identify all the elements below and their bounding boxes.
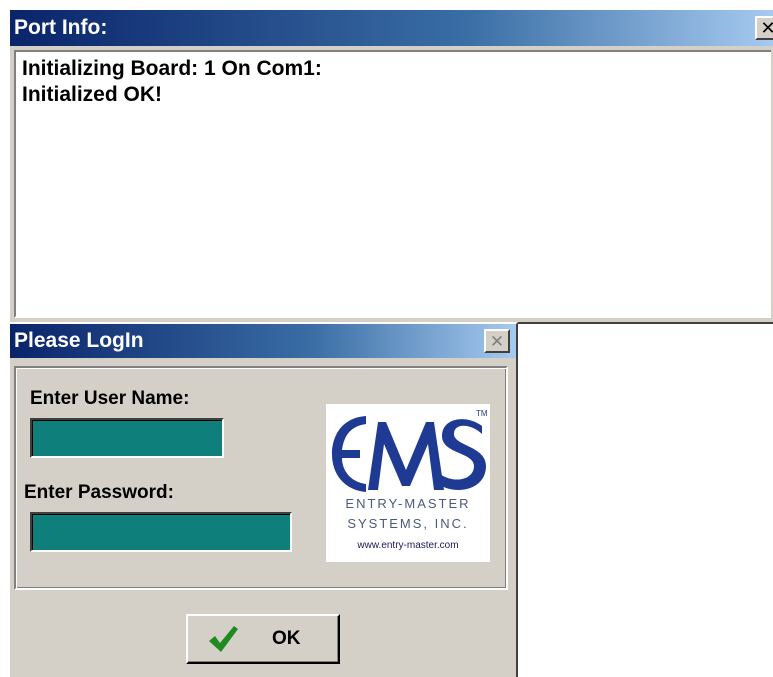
port-info-close-button[interactable]: ✕ bbox=[755, 16, 773, 40]
company-logo: TM ENTRY-MASTER SYSTEMS, INC. www.entry-… bbox=[326, 404, 490, 562]
login-titlebar[interactable]: Please LogIn bbox=[10, 324, 516, 358]
login-window: Please LogIn ✕ Enter User Name: Enter Pa… bbox=[8, 322, 518, 677]
password-input[interactable] bbox=[30, 512, 292, 552]
password-label: Enter Password: bbox=[24, 482, 174, 503]
login-title: Please LogIn bbox=[14, 329, 144, 352]
login-panel: Enter User Name: Enter Password: TM ENTR… bbox=[14, 366, 508, 590]
ems-logo-mark: TM bbox=[332, 409, 488, 492]
port-info-window: Port Info: ✕ Initializing Board: 1 On Co… bbox=[8, 8, 773, 324]
logo-url: www.entry-master.com bbox=[357, 540, 459, 551]
port-info-log: Initializing Board: 1 On Com1: Initializ… bbox=[14, 50, 771, 318]
port-info-titlebar[interactable]: Port Info: bbox=[10, 10, 773, 46]
close-icon: ✕ bbox=[489, 331, 505, 351]
username-input[interactable] bbox=[30, 418, 224, 458]
logo-tm: TM bbox=[476, 409, 488, 418]
close-icon: ✕ bbox=[760, 18, 773, 38]
port-info-title: Port Info: bbox=[14, 16, 108, 39]
ok-label: OK bbox=[272, 628, 301, 649]
ok-button[interactable]: OK bbox=[186, 614, 340, 664]
logo-company-line1: ENTRY-MASTER bbox=[345, 496, 471, 511]
username-label: Enter User Name: bbox=[30, 388, 190, 409]
check-icon bbox=[209, 626, 238, 652]
login-close-button[interactable]: ✕ bbox=[484, 329, 510, 353]
logo-company-line2: SYSTEMS, INC. bbox=[347, 516, 469, 531]
